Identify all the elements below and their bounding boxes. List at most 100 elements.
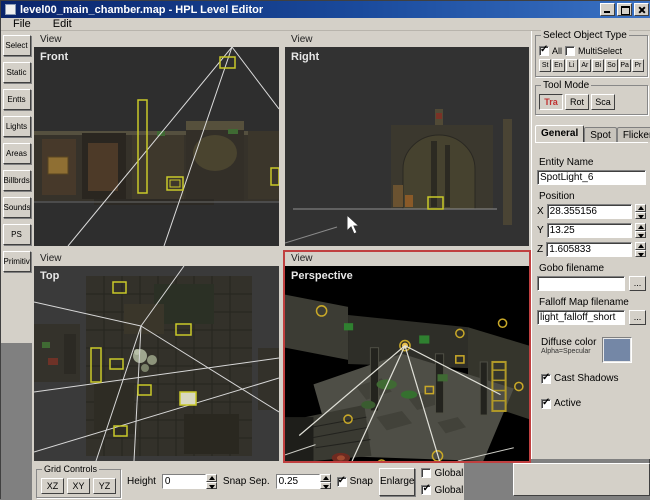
maximize-icon[interactable]	[617, 3, 632, 16]
type-entity-button[interactable]: En	[552, 59, 564, 72]
global-point-checkbox[interactable]	[421, 485, 431, 495]
height-field[interactable]	[162, 474, 206, 489]
type-sound-button[interactable]: So	[605, 59, 617, 72]
select-object-type-group: Select Object Type All MultiSelect St En…	[535, 35, 648, 77]
toolbar-select-button[interactable]: Select	[3, 35, 31, 56]
x-axis-label: X	[537, 206, 544, 217]
left-toolbar-spacer	[1, 343, 32, 463]
selected-object-marker	[180, 392, 196, 405]
rotate-mode-button[interactable]: Rot	[565, 94, 589, 110]
tab-general[interactable]: General	[535, 125, 584, 142]
toolbar-primitives-button[interactable]: Primitives	[3, 251, 31, 272]
snap-sep-field[interactable]	[276, 474, 320, 489]
type-primitive-button[interactable]: Pr	[632, 59, 644, 72]
viewport-front-label: Front	[40, 51, 68, 63]
viewport-grid: View Front	[32, 31, 531, 463]
window-title: level00_main_chamber.map - HPL Level Edi…	[20, 4, 600, 16]
viewport-top-label: Top	[40, 270, 59, 282]
viewport-right-header: View	[285, 33, 529, 47]
z-axis-label: Z	[537, 244, 543, 255]
grid-controls-group: Grid Controls XZ XY YZ	[36, 469, 121, 498]
viewport-perspective-header: View	[285, 252, 529, 266]
plane-xz-button[interactable]: XZ	[41, 478, 64, 494]
position-z-stepper[interactable]	[635, 242, 646, 257]
falloff-browse-button[interactable]: ...	[629, 310, 646, 325]
viewport-front-header: View	[34, 33, 279, 47]
left-toolbar-buttons: Select Static Entts Lights Areas Billbrd…	[1, 31, 32, 343]
gobo-filename-field[interactable]	[537, 276, 625, 291]
left-toolbar: Select Static Entts Lights Areas Billbrd…	[1, 31, 32, 463]
cast-shadows-label: Cast Shadows	[554, 373, 618, 384]
toolbar-static-button[interactable]: Static	[3, 62, 31, 83]
viewport-front[interactable]: View Front	[32, 31, 281, 248]
menu-edit[interactable]: Edit	[53, 18, 72, 30]
general-tab-panel: Entity Name Position X Y Z Gobo filename	[535, 142, 648, 458]
height-label: Height	[127, 476, 156, 487]
app-icon	[5, 4, 16, 15]
toolbar-particles-button[interactable]: PS	[3, 224, 31, 245]
plane-xy-button[interactable]: XY	[67, 478, 90, 494]
cast-shadows-checkbox[interactable]	[541, 374, 551, 384]
all-checkbox[interactable]	[539, 46, 549, 56]
bottom-right-panel	[513, 463, 650, 496]
diffuse-color-label: Diffuse color	[541, 337, 596, 348]
position-z-field[interactable]	[546, 242, 632, 257]
viewport-right-label: Right	[291, 51, 319, 63]
minimize-icon[interactable]	[600, 3, 615, 16]
tool-mode-title: Tool Mode	[541, 80, 591, 91]
active-label: Active	[554, 398, 581, 409]
select-object-type-title: Select Object Type	[541, 30, 629, 41]
toolbar-sounds-button[interactable]: Sounds	[3, 197, 31, 218]
snap-sep-stepper[interactable]	[320, 474, 331, 489]
falloff-map-label: Falloff Map filename	[539, 297, 646, 308]
position-y-stepper[interactable]	[635, 223, 646, 238]
type-billboard-button[interactable]: Bi	[592, 59, 604, 72]
active-checkbox[interactable]	[541, 399, 551, 409]
object-properties-panel: Select Object Type All MultiSelect St En…	[531, 31, 650, 459]
multiselect-checkbox[interactable]	[565, 46, 575, 56]
falloff-map-field[interactable]	[537, 310, 625, 325]
enlarge-button[interactable]: Enlarge	[379, 468, 415, 496]
global-ambient-checkbox[interactable]	[421, 468, 431, 478]
type-static-button[interactable]: St	[539, 59, 551, 72]
toolbar-entities-button[interactable]: Entts	[3, 89, 31, 110]
toolbar-areas-button[interactable]: Areas	[3, 143, 31, 164]
title-bar: level00_main_chamber.map - HPL Level Edi…	[1, 1, 650, 18]
entity-name-field[interactable]	[537, 170, 646, 185]
viewport-perspective[interactable]: View Perspective	[283, 250, 531, 463]
height-stepper[interactable]	[206, 474, 217, 489]
tab-flicker[interactable]: Flicker	[617, 127, 650, 142]
property-tabs: General Spot Flicker	[535, 125, 648, 142]
entity-name-label: Entity Name	[539, 157, 646, 168]
grid-controls-title: Grid Controls	[42, 464, 99, 474]
bottom-left-spacer	[1, 463, 32, 500]
position-x-stepper[interactable]	[635, 204, 646, 219]
tool-mode-group: Tool Mode Tra Rot Sca	[535, 85, 648, 115]
right-view-render	[285, 47, 529, 246]
close-icon[interactable]	[634, 3, 649, 16]
type-light-button[interactable]: Li	[566, 59, 578, 72]
y-axis-label: Y	[537, 225, 544, 236]
position-y-field[interactable]	[547, 223, 632, 238]
gobo-browse-button[interactable]: ...	[629, 276, 646, 291]
toolbar-lights-button[interactable]: Lights	[3, 116, 31, 137]
translate-mode-button[interactable]: Tra	[539, 94, 563, 110]
alpha-specular-note: Alpha=Specular	[541, 348, 596, 355]
grid-controls-bar: Grid Controls XZ XY YZ Height Snap Sep. …	[32, 463, 464, 500]
snap-checkbox[interactable]	[337, 477, 347, 487]
viewport-right[interactable]: View Right	[283, 31, 531, 248]
gobo-filename-label: Gobo filename	[539, 263, 646, 274]
type-area-button[interactable]: Ar	[579, 59, 591, 72]
type-particle-button[interactable]: Pa	[619, 59, 631, 72]
toolbar-billboards-button[interactable]: Billbrds	[3, 170, 31, 191]
scale-mode-button[interactable]: Sca	[591, 94, 615, 110]
diffuse-color-swatch[interactable]	[602, 337, 632, 363]
plane-yz-button[interactable]: YZ	[93, 478, 116, 494]
viewport-top[interactable]: View Top	[32, 250, 281, 463]
bottom-bar: Grid Controls XZ XY YZ Height Snap Sep. …	[1, 463, 650, 500]
snap-sep-label: Snap Sep.	[223, 476, 270, 487]
tab-spot[interactable]: Spot	[584, 127, 617, 142]
front-view-render	[34, 47, 279, 246]
menu-file[interactable]: File	[13, 18, 31, 30]
position-x-field[interactable]	[547, 204, 632, 219]
